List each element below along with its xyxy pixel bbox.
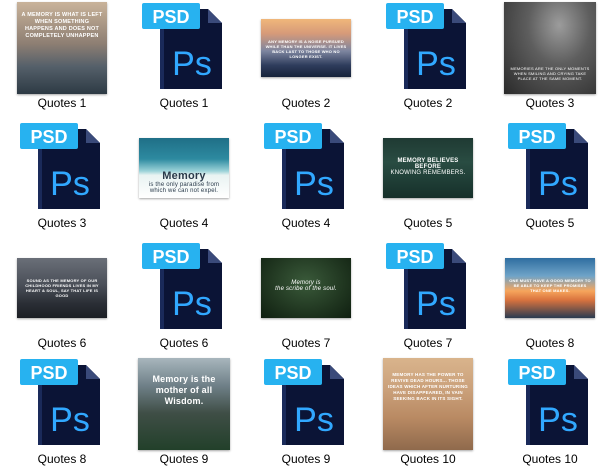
psd-badge-text: PSD <box>30 127 67 147</box>
file-name-label: Quotes 1 <box>37 96 87 110</box>
psd-badge-text: PSD <box>152 247 189 267</box>
file-name-label: Quotes 10 <box>522 452 578 466</box>
photoshop-file-icon: PSD Ps <box>386 243 466 329</box>
file-name-label: Quotes 2 <box>281 96 331 110</box>
ps-logo-text: Ps <box>50 165 90 203</box>
image-thumbnail: Memory is the mother of all Wisdom. <box>138 358 230 450</box>
image-thumbnail: Memory is the scribe of the soul. <box>261 258 351 318</box>
photoshop-file-icon: PSD Ps <box>142 243 222 329</box>
image-thumbnail: Any memory is a noise pursued while than… <box>261 19 351 77</box>
image-thumbnail: Memories are the only moments when smili… <box>504 2 596 94</box>
file-name-label: Quotes 8 <box>37 452 87 466</box>
image-thumbnail: Memory has the power to revive dead hour… <box>383 358 473 450</box>
photoshop-file-icon: PSD Ps <box>142 3 222 89</box>
image-file-item[interactable]: Memory has the power to revive dead hour… <box>368 356 488 474</box>
psd-file-item[interactable]: PSD Ps Quotes 2 <box>368 0 488 118</box>
image-file-item[interactable]: Any memory is a noise pursued while than… <box>246 0 366 118</box>
psd-badge-text: PSD <box>518 127 555 147</box>
file-name-label: Quotes 3 <box>525 96 575 110</box>
psd-file-item[interactable]: PSD Ps Quotes 1 <box>124 0 244 118</box>
image-thumbnail: Memory believes before knowing remembers. <box>383 138 473 198</box>
image-file-item[interactable]: Memory is the only paradise from which we… <box>124 120 244 238</box>
psd-badge-text: PSD <box>274 363 311 383</box>
ps-logo-text: Ps <box>172 285 212 323</box>
ps-logo-text: Ps <box>538 165 578 203</box>
file-name-label: Quotes 5 <box>525 216 575 230</box>
ps-logo-text: Ps <box>294 401 334 439</box>
image-file-item[interactable]: A memory is what is left when something … <box>2 0 122 118</box>
image-file-item[interactable]: One must have a good memory to be able t… <box>490 240 610 358</box>
file-name-label: Quotes 1 <box>159 96 209 110</box>
psd-file-item[interactable]: PSD Ps Quotes 6 <box>124 240 244 358</box>
photoshop-file-icon: PSD Ps <box>386 3 466 89</box>
photoshop-file-icon: PSD Ps <box>264 123 344 209</box>
psd-file-item[interactable]: PSD Ps Quotes 9 <box>246 356 366 474</box>
psd-file-item[interactable]: PSD Ps Quotes 5 <box>490 120 610 238</box>
file-name-label: Quotes 4 <box>281 216 331 230</box>
file-name-label: Quotes 10 <box>400 452 456 466</box>
ps-logo-text: Ps <box>416 45 456 83</box>
psd-badge-text: PSD <box>396 247 433 267</box>
file-name-label: Quotes 6 <box>159 336 209 350</box>
file-name-label: Quotes 9 <box>159 452 209 466</box>
image-file-item[interactable]: Memory is the scribe of the soul. Quotes 7 <box>246 240 366 358</box>
ps-logo-text: Ps <box>416 285 456 323</box>
psd-badge-text: PSD <box>152 7 189 27</box>
file-name-label: Quotes 4 <box>159 216 209 230</box>
photoshop-file-icon: PSD Ps <box>508 359 588 445</box>
file-name-label: Quotes 9 <box>281 452 331 466</box>
file-name-label: Quotes 8 <box>525 336 575 350</box>
image-thumbnail: Memory is the only paradise from which we… <box>139 138 229 198</box>
file-name-label: Quotes 5 <box>403 216 453 230</box>
photoshop-file-icon: PSD Ps <box>508 123 588 209</box>
ps-logo-text: Ps <box>294 165 334 203</box>
image-file-item[interactable]: Memories are the only moments when smili… <box>490 0 610 118</box>
image-file-item[interactable]: Sound as the memory of our childhood fri… <box>2 240 122 358</box>
psd-file-item[interactable]: PSD Ps Quotes 7 <box>368 240 488 358</box>
psd-file-item[interactable]: PSD Ps Quotes 10 <box>490 356 610 474</box>
image-thumbnail: Sound as the memory of our childhood fri… <box>17 258 107 318</box>
image-thumbnail: A memory is what is left when something … <box>17 2 107 94</box>
image-file-item[interactable]: Memory is the mother of all Wisdom. Quote… <box>124 356 244 474</box>
ps-logo-text: Ps <box>538 401 578 439</box>
psd-file-item[interactable]: PSD Ps Quotes 8 <box>2 356 122 474</box>
image-file-item[interactable]: Memory believes before knowing remembers.… <box>368 120 488 238</box>
file-name-label: Quotes 2 <box>403 96 453 110</box>
psd-file-item[interactable]: PSD Ps Quotes 4 <box>246 120 366 238</box>
psd-badge-text: PSD <box>518 363 555 383</box>
ps-logo-text: Ps <box>172 45 212 83</box>
psd-file-item[interactable]: PSD Ps Quotes 3 <box>2 120 122 238</box>
photoshop-file-icon: PSD Ps <box>264 359 344 445</box>
file-name-label: Quotes 3 <box>37 216 87 230</box>
file-name-label: Quotes 7 <box>403 336 453 350</box>
photoshop-file-icon: PSD Ps <box>20 359 100 445</box>
image-thumbnail: One must have a good memory to be able t… <box>505 258 595 318</box>
ps-logo-text: Ps <box>50 401 90 439</box>
file-name-label: Quotes 7 <box>281 336 331 350</box>
photoshop-file-icon: PSD Ps <box>20 123 100 209</box>
file-name-label: Quotes 6 <box>37 336 87 350</box>
psd-badge-text: PSD <box>274 127 311 147</box>
psd-badge-text: PSD <box>396 7 433 27</box>
psd-badge-text: PSD <box>30 363 67 383</box>
